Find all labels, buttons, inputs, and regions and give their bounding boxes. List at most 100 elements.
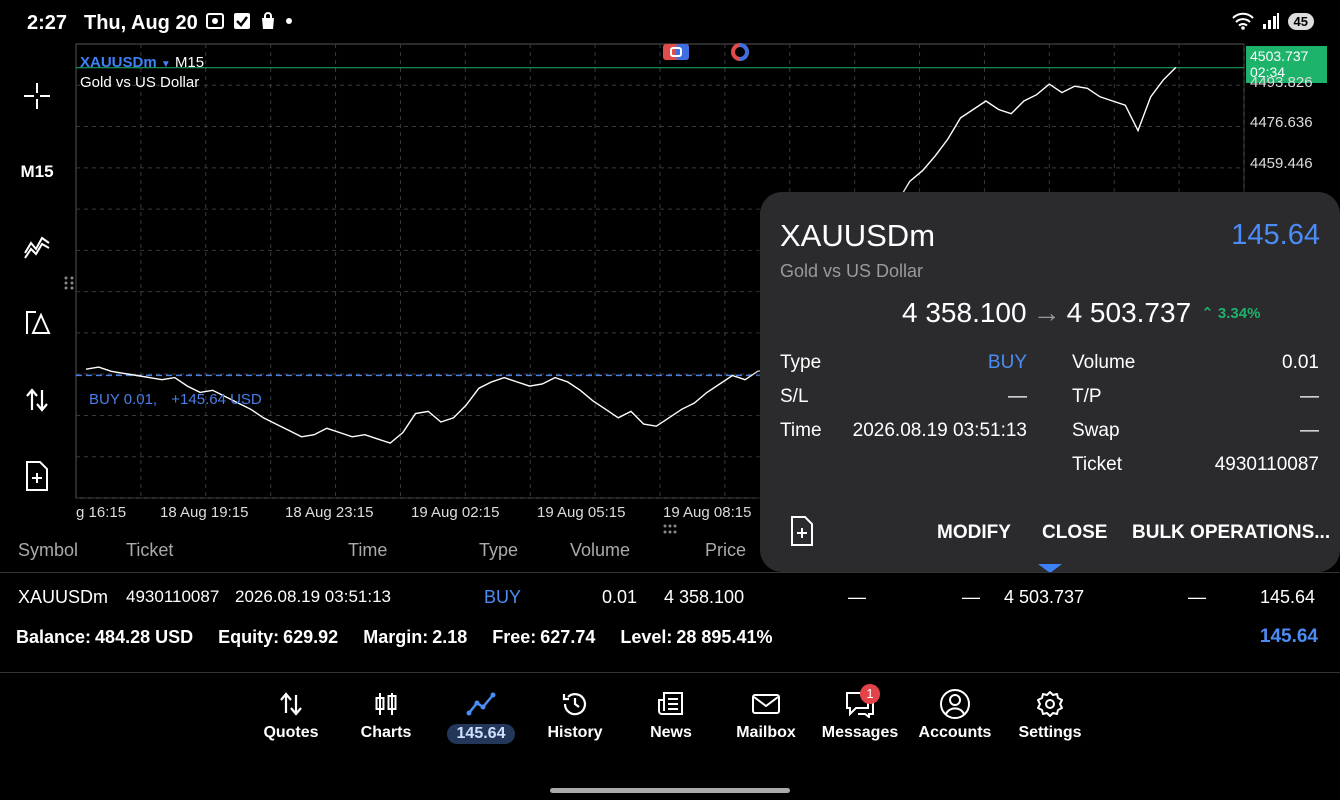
nav-news[interactable]: News <box>623 688 719 742</box>
balance-value: 484.28 USD <box>95 627 194 647</box>
crosshair-icon <box>24 83 50 109</box>
table-row[interactable]: XAUUSDm 4930110087 2026.08.19 03:51:13 B… <box>0 574 1340 618</box>
battery-level: 45 <box>1287 12 1314 30</box>
popup-change-value: 3.34% <box>1217 305 1261 322</box>
popup-time-value: 2026.08.19 03:51:13 <box>852 420 1027 441</box>
nav-messages[interactable]: 1 Messages <box>812 684 908 742</box>
nav-history-label: History <box>547 724 603 741</box>
column-price[interactable]: Price <box>705 540 746 561</box>
position-popup: XAUUSDm Gold vs US Dollar 145.64 4 358.1… <box>760 192 1340 573</box>
x-axis-label: 19 Aug 05:15 <box>537 504 626 521</box>
home-gesture-bar[interactable] <box>550 788 790 793</box>
chart-timeframe: M15 <box>174 54 205 71</box>
wifi-icon <box>1231 12 1254 30</box>
row-profit: 145.64 <box>1259 587 1315 607</box>
margin-label: Margin: <box>363 627 429 647</box>
messages-badge: 1 <box>860 684 880 704</box>
y-axis-label: 4459.446 <box>1250 155 1313 172</box>
status-bar: 2:27 Thu, Aug 20 45 <box>0 0 1340 44</box>
up-chevron-icon: ⌃ <box>1201 305 1214 322</box>
nav-trade-label: 145.64 <box>446 724 516 744</box>
nav-quotes-label: Quotes <box>263 724 319 741</box>
free-margin: Free: 627.74 <box>492 627 605 647</box>
trading-signals-icon[interactable] <box>726 42 754 62</box>
nav-mailbox-label: Mailbox <box>736 724 796 741</box>
column-ticket[interactable]: Ticket <box>126 540 173 561</box>
screenshot-icon <box>206 13 224 29</box>
new-document-icon <box>26 461 48 491</box>
status-date: Thu, Aug 20 <box>84 12 198 34</box>
popup-sl-value: — <box>1008 386 1027 407</box>
chart-symbol-line: XAUUSDm ▼ M15 <box>80 54 204 71</box>
timeframe-button[interactable]: M15 <box>14 152 60 192</box>
row-time: 2026.08.19 03:51:13 <box>235 587 391 606</box>
row-sl: — <box>848 587 866 607</box>
crosshair-button[interactable] <box>14 76 60 116</box>
chart-description: Gold vs US Dollar <box>80 74 200 91</box>
popup-swap-label: Swap <box>1072 420 1120 441</box>
chart-symbol[interactable]: XAUUSDm <box>80 54 157 71</box>
equity-label: Equity: <box>218 627 280 647</box>
right-arrow-icon: → <box>1032 297 1061 328</box>
nav-trade[interactable]: 145.64 <box>433 688 529 744</box>
mail-icon <box>752 694 780 714</box>
x-axis-label: g 16:15 <box>76 504 127 521</box>
shopping-bag-icon <box>262 12 274 29</box>
account-summary: Balance: 484.28 USD Equity: 629.92 Margin:… <box>16 627 792 648</box>
nav-settings[interactable]: Settings <box>1002 688 1098 742</box>
indicators-button[interactable] <box>14 226 60 266</box>
equity-value: 629.92 <box>283 627 339 647</box>
more-notifications-dot-icon <box>286 18 292 24</box>
drag-handle-icon[interactable] <box>64 276 74 290</box>
popup-volume-label: Volume <box>1072 352 1136 373</box>
objects-button[interactable] <box>14 302 60 342</box>
news-icon <box>658 692 683 715</box>
trade-line-icon <box>466 692 496 716</box>
column-volume[interactable]: Volume <box>570 540 630 561</box>
gear-icon <box>1037 691 1063 717</box>
nav-history[interactable]: History <box>527 688 623 742</box>
up-down-arrows-icon <box>26 388 48 412</box>
nav-accounts-label: Accounts <box>918 724 992 741</box>
popup-tp-label: T/P <box>1072 386 1102 407</box>
level-label: Level: <box>620 627 673 647</box>
trade-line-profit: +145.64 USD <box>171 391 262 408</box>
popup-change-pct: ⌃ 3.34% <box>1201 304 1260 322</box>
row-swap: — <box>1188 587 1206 607</box>
popup-swap-value: — <box>1300 420 1319 441</box>
column-type[interactable]: Type <box>479 540 518 561</box>
nav-accounts[interactable]: Accounts <box>907 688 1003 742</box>
x-axis-label: 19 Aug 02:15 <box>411 504 500 521</box>
nav-charts[interactable]: Charts <box>338 688 434 742</box>
popup-profit: 145.64 <box>1231 219 1320 251</box>
checkbox-icon <box>234 13 250 29</box>
new-order-button[interactable] <box>14 456 60 496</box>
resize-handle-icon[interactable] <box>663 524 677 534</box>
row-price: 4 358.100 <box>664 587 745 607</box>
quotes-arrows-icon <box>280 692 302 716</box>
nav-quotes[interactable]: Quotes <box>243 688 339 742</box>
column-symbol[interactable]: Symbol <box>18 540 78 561</box>
indicators-icon <box>24 236 50 259</box>
y-axis-label: 4476.636 <box>1250 114 1313 131</box>
row-symbol: XAUUSDm <box>18 587 109 607</box>
column-time[interactable]: Time <box>348 540 387 561</box>
divider <box>0 672 1340 673</box>
trade-button[interactable] <box>14 380 60 420</box>
margin-level: Level: 28 895.41% <box>620 627 782 647</box>
popup-open-price: 4 358.100 <box>902 297 1027 328</box>
margin: Margin: 2.18 <box>363 627 477 647</box>
popup-type-value: BUY <box>987 352 1027 373</box>
row-volume: 0.01 <box>602 587 638 607</box>
nav-news-label: News <box>650 724 692 741</box>
nav-mailbox[interactable]: Mailbox <box>718 688 814 742</box>
symbol-dropdown-icon[interactable]: ▼ <box>161 59 171 70</box>
trade-line-label[interactable]: BUY 0.01, +145.64 USD <box>89 391 262 408</box>
price-tag-price: 4503.737 <box>1250 48 1309 64</box>
row-tp: — <box>962 587 980 607</box>
total-profit: 145.64 <box>1259 626 1318 647</box>
popup-volume-value: 0.01 <box>1282 352 1319 373</box>
one-click-trading-icon[interactable] <box>662 42 690 62</box>
positions-table-header: Symbol Ticket Time Type Volume Price <box>0 524 1340 573</box>
popup-current-price: 4 503.737 <box>1066 297 1192 328</box>
